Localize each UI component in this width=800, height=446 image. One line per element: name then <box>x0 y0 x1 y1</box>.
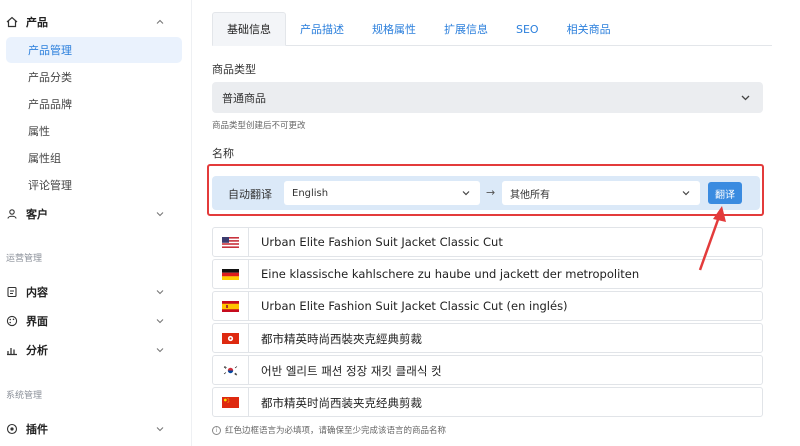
home-icon <box>6 16 18 28</box>
flag-cell <box>213 356 249 384</box>
sidebar-group-label: 插件 <box>26 423 48 436</box>
name-input-row-es[interactable]: Urban Elite Fashion Suit Jacket Classic … <box>212 291 763 321</box>
translate-button[interactable]: 翻译 <box>708 182 742 204</box>
name-input-row-en[interactable]: Urban Elite Fashion Suit Jacket Classic … <box>212 227 763 257</box>
bar-chart-icon <box>6 344 18 356</box>
chevron-down-icon[interactable] <box>155 287 165 297</box>
tab-seo[interactable]: SEO <box>502 12 553 46</box>
name-input-row-ko[interactable]: 어반 엘리트 패션 정장 재킷 클래식 컷 <box>212 355 763 385</box>
source-language-select[interactable]: English <box>284 181 480 205</box>
name-input-value: Eine klassische kahlschere zu haube und … <box>261 267 640 281</box>
name-input-value: 어반 엘리트 패션 정장 재킷 클래식 컷 <box>261 364 442 378</box>
sidebar-item-label: 产品品牌 <box>28 98 72 111</box>
sidebar-group-label: 内容 <box>26 286 48 299</box>
tab-bar: 基础信息 产品描述 规格属性 扩展信息 SEO 相关商品 <box>212 12 772 46</box>
sidebar-group-customers[interactable]: 客户 <box>0 200 192 228</box>
chevron-down-icon[interactable] <box>155 345 165 355</box>
sidebar-item-label: 产品分类 <box>28 71 72 84</box>
sidebar-group-products[interactable]: 产品 <box>0 8 192 36</box>
section-label-operations: 运营管理 <box>6 254 43 264</box>
sidebar-item-reviews[interactable]: 评论管理 <box>6 172 182 198</box>
sidebar-item-label: 产品管理 <box>28 44 72 57</box>
document-icon <box>6 286 18 298</box>
name-input-row-zh-cn[interactable]: 都市精英时尚西装夹克经典剪裁 <box>212 387 763 417</box>
required-language-hint: i 红色边框语言为必填项，请确保至少完成该语言的商品名称 <box>212 424 446 436</box>
product-type-value: 普通商品 <box>222 91 266 105</box>
de-flag-icon <box>222 268 239 280</box>
palette-icon <box>6 315 18 327</box>
sidebar-item-label: 属性 <box>28 125 50 138</box>
target-language-value: 其他所有 <box>510 189 550 201</box>
chevron-down-icon[interactable] <box>155 424 165 434</box>
plugin-icon <box>6 423 18 435</box>
auto-translate-label: 自动翻译 <box>228 188 272 201</box>
arrow-right-icon: → <box>486 186 496 199</box>
sidebar-group-label: 客户 <box>26 208 48 221</box>
chevron-down-icon[interactable] <box>155 209 165 219</box>
cn-flag-icon <box>222 396 239 408</box>
name-input-row-zh-hk[interactable]: 都市精英時尚西裝夾克經典剪裁 <box>212 323 763 353</box>
flag-cell <box>213 324 249 352</box>
sidebar-group-interface[interactable]: 界面 <box>0 307 192 335</box>
sidebar-group-label: 分析 <box>26 344 48 357</box>
auto-translate-bar: 自动翻译 English → 其他所有 翻译 <box>212 176 760 210</box>
name-input-value: Urban Elite Fashion Suit Jacket Classic … <box>261 299 568 313</box>
name-input-value: Urban Elite Fashion Suit Jacket Classic … <box>261 235 503 249</box>
kr-flag-icon <box>222 364 239 376</box>
source-language-value: English <box>292 187 329 199</box>
required-language-hint-text: 红色边框语言为必填项，请确保至少完成该语言的商品名称 <box>225 426 447 436</box>
product-type-label: 商品类型 <box>212 63 256 76</box>
sidebar: 产品 产品管理 产品分类 产品品牌 属性 属性组 评论管理 客户 运营管理 内容 <box>0 0 192 446</box>
sidebar-item-attribute-groups[interactable]: 属性组 <box>6 145 182 171</box>
tab-spec-attributes[interactable]: 规格属性 <box>358 12 430 46</box>
flag-cell <box>213 388 249 416</box>
sidebar-item-product-management[interactable]: 产品管理 <box>6 37 182 63</box>
flag-cell <box>213 292 249 320</box>
name-input-value: 都市精英时尚西装夹克经典剪裁 <box>261 396 422 410</box>
tab-extended-info[interactable]: 扩展信息 <box>430 12 502 46</box>
chevron-down-icon <box>462 191 470 196</box>
sidebar-item-product-brand[interactable]: 产品品牌 <box>6 91 182 117</box>
tab-basic-info[interactable]: 基础信息 <box>212 12 286 46</box>
target-language-select[interactable]: 其他所有 <box>502 181 700 205</box>
sidebar-group-label: 产品 <box>26 16 48 29</box>
name-input-row-de[interactable]: Eine klassische kahlschere zu haube und … <box>212 259 763 289</box>
hk-flag-icon <box>222 332 239 344</box>
sidebar-item-label: 评论管理 <box>28 179 72 192</box>
info-icon: i <box>212 425 221 435</box>
product-type-hint: 商品类型创建后不可更改 <box>212 121 306 131</box>
tab-related-products[interactable]: 相关商品 <box>553 12 625 46</box>
user-icon <box>6 208 18 220</box>
sidebar-group-plugins[interactable]: 插件 <box>0 415 192 443</box>
main-content: 基础信息 产品描述 规格属性 扩展信息 SEO 相关商品 商品类型 普通商品 商… <box>200 0 800 446</box>
sidebar-group-analytics[interactable]: 分析 <box>0 336 192 364</box>
es-flag-icon <box>222 300 239 312</box>
flag-cell <box>213 228 249 256</box>
sidebar-item-product-category[interactable]: 产品分类 <box>6 64 182 90</box>
sidebar-item-label: 属性组 <box>28 152 61 165</box>
chevron-down-icon[interactable] <box>155 316 165 326</box>
name-input-value: 都市精英時尚西裝夾克經典剪裁 <box>261 332 422 346</box>
tab-product-description[interactable]: 产品描述 <box>286 12 358 46</box>
sidebar-group-content[interactable]: 内容 <box>0 278 192 306</box>
us-flag-icon <box>222 236 239 248</box>
flag-cell <box>213 260 249 288</box>
chevron-down-icon <box>682 191 690 196</box>
name-label: 名称 <box>212 147 234 160</box>
section-label-system: 系统管理 <box>6 391 43 401</box>
chevron-down-icon <box>741 95 750 101</box>
product-type-select[interactable]: 普通商品 <box>212 82 763 113</box>
sidebar-group-label: 界面 <box>26 315 48 328</box>
sidebar-item-attributes[interactable]: 属性 <box>6 118 182 144</box>
chevron-up-icon[interactable] <box>155 17 165 27</box>
